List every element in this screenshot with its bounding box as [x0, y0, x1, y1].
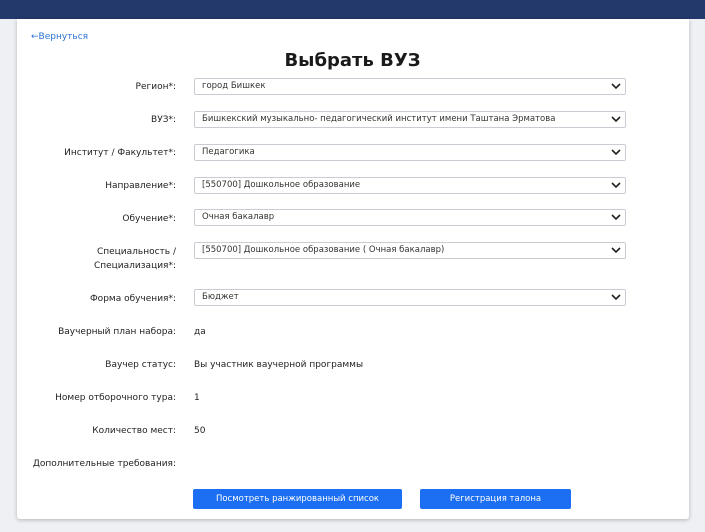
tour-number-label: Номер отборочного тура: [55, 393, 176, 403]
chevron-down-icon [611, 294, 621, 301]
top-navigation-bar [0, 0, 705, 19]
direction-select[interactable]: [550700] Дошкольное образование [194, 177, 626, 194]
region-select-value: город Бишкек [202, 81, 266, 91]
voucher-status-value: Вы участник ваучерной программы [194, 360, 364, 370]
specialty-label-line1: Специальность / [96, 247, 176, 257]
extra-requirements-label: Дополнительные требования: [32, 459, 176, 469]
study-form-select-value: Бюджет [202, 292, 239, 302]
chevron-down-icon [611, 247, 621, 254]
vuz-label: ВУЗ*: [151, 115, 176, 125]
chevron-down-icon [611, 182, 621, 189]
chevron-down-icon [611, 149, 621, 156]
faculty-select-value: Педагогика [202, 147, 255, 157]
region-select[interactable]: город Бишкек [194, 78, 626, 95]
ranked-list-button[interactable]: Посмотреть ранжированный список [193, 489, 402, 509]
page-title: Выбрать ВУЗ [284, 50, 421, 71]
study-select-value: Очная бакалавр [202, 212, 275, 222]
faculty-label: Институт / Факультет*: [64, 148, 176, 158]
direction-label: Направление*: [105, 181, 176, 191]
study-select[interactable]: Очная бакалавр [194, 209, 626, 226]
study-form-select[interactable]: Бюджет [194, 289, 626, 306]
specialty-select[interactable]: [550700] Дошкольное образование ( Очная … [194, 242, 626, 259]
region-label: Регион*: [135, 82, 176, 92]
faculty-select[interactable]: Педагогика [194, 144, 626, 161]
specialty-label: Специальность / Специализация*: [0, 245, 176, 273]
back-link[interactable]: ←Вернуться [31, 32, 88, 42]
specialty-select-value: [550700] Дошкольное образование ( Очная … [202, 245, 445, 255]
seats-label: Количество мест: [92, 426, 176, 436]
voucher-plan-label: Ваучерный план набора: [58, 327, 176, 337]
seats-value: 50 [194, 426, 206, 436]
direction-select-value: [550700] Дошкольное образование [202, 180, 361, 190]
chevron-down-icon [611, 83, 621, 90]
voucher-plan-value: да [194, 327, 206, 337]
voucher-status-label: Ваучер статус: [105, 360, 176, 370]
vuz-select[interactable]: Бишкекский музыкально- педагогический ин… [194, 111, 626, 128]
tour-number-value: 1 [194, 393, 200, 403]
register-ticket-button[interactable]: Регистрация талона [420, 489, 571, 509]
specialty-label-line2: Специализация*: [93, 261, 176, 271]
study-label: Обучение*: [122, 214, 176, 224]
study-form-label: Форма обучения*: [89, 294, 176, 304]
chevron-down-icon [611, 116, 621, 123]
chevron-down-icon [611, 214, 621, 221]
vuz-select-value: Бишкекский музыкально- педагогический ин… [202, 114, 556, 124]
